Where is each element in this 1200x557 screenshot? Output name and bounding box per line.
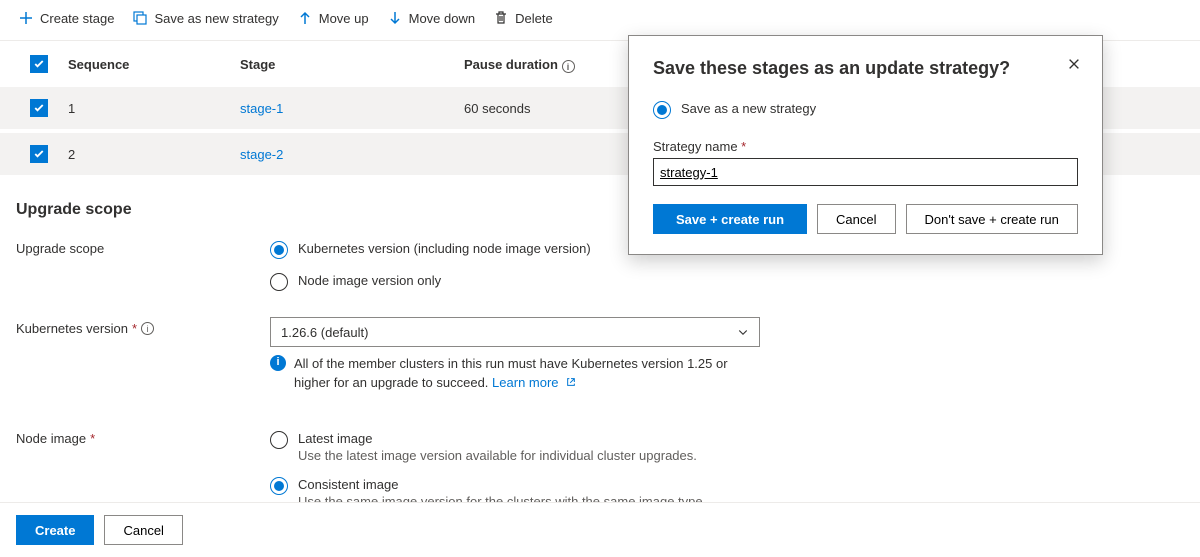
radio-k8s-label: Kubernetes version (including node image… xyxy=(298,241,591,256)
learn-more-link[interactable]: Learn more xyxy=(492,375,576,390)
move-down-button[interactable]: Move down xyxy=(387,10,475,26)
radio-node-label: Node image version only xyxy=(298,273,441,288)
save-create-run-button[interactable]: Save + create run xyxy=(653,204,807,234)
col-sequence: Sequence xyxy=(58,41,230,87)
required-asterisk: * xyxy=(741,139,746,154)
arrow-up-icon xyxy=(297,10,313,26)
strategy-name-label: Strategy name xyxy=(653,139,738,154)
move-up-button[interactable]: Move up xyxy=(297,10,369,26)
move-down-label: Move down xyxy=(409,11,475,26)
dont-save-create-run-button[interactable]: Don't save + create run xyxy=(906,204,1078,234)
k8s-version-select[interactable]: 1.26.6 (default) xyxy=(270,317,760,347)
create-stage-button[interactable]: Create stage xyxy=(18,10,114,26)
save-icon xyxy=(132,10,148,26)
close-button[interactable] xyxy=(1064,54,1084,74)
save-strategy-dialog: Save these stages as an update strategy?… xyxy=(628,35,1103,255)
close-icon xyxy=(1067,57,1081,71)
delete-button[interactable]: Delete xyxy=(493,10,553,26)
chevron-down-icon xyxy=(737,326,749,338)
create-stage-label: Create stage xyxy=(40,11,114,26)
trash-icon xyxy=(493,10,509,26)
node-image-label: Node image xyxy=(16,431,86,446)
k8s-version-label: Kubernetes version xyxy=(16,321,128,336)
k8s-version-value: 1.26.6 (default) xyxy=(281,325,368,340)
radio-latest-label: Latest image xyxy=(298,431,697,446)
radio-node-image-only[interactable]: Node image version only xyxy=(270,269,810,301)
stage-link[interactable]: stage-1 xyxy=(240,101,283,116)
select-all-checkbox[interactable] xyxy=(30,55,48,73)
cancel-button[interactable]: Cancel xyxy=(104,515,182,545)
footer: Create Cancel xyxy=(0,502,1200,557)
info-icon: i xyxy=(562,60,575,73)
info-icon: i xyxy=(270,355,286,371)
row-checkbox[interactable] xyxy=(30,145,48,163)
radio-icon xyxy=(270,273,288,291)
delete-label: Delete xyxy=(515,11,553,26)
strategy-name-input[interactable] xyxy=(653,158,1078,186)
dialog-title: Save these stages as an update strategy? xyxy=(653,58,1078,79)
cell-seq: 1 xyxy=(58,87,230,131)
radio-icon xyxy=(270,477,288,495)
plus-icon xyxy=(18,10,34,26)
radio-icon xyxy=(270,241,288,259)
upgrade-scope-label: Upgrade scope xyxy=(16,237,270,301)
cell-seq: 2 xyxy=(58,131,230,177)
radio-latest-image[interactable]: Latest image Use the latest image versio… xyxy=(270,427,810,473)
required-asterisk: * xyxy=(132,321,137,336)
required-asterisk: * xyxy=(90,431,95,446)
radio-save-new-label: Save as a new strategy xyxy=(681,101,816,116)
radio-icon xyxy=(270,431,288,449)
row-checkbox[interactable] xyxy=(30,99,48,117)
stage-link[interactable]: stage-2 xyxy=(240,147,283,162)
save-as-new-strategy-button[interactable]: Save as new strategy xyxy=(132,10,278,26)
save-as-new-strategy-label: Save as new strategy xyxy=(154,11,278,26)
arrow-down-icon xyxy=(387,10,403,26)
radio-latest-sub: Use the latest image version available f… xyxy=(298,448,697,463)
radio-consistent-label: Consistent image xyxy=(298,477,706,492)
radio-save-new-strategy[interactable]: Save as a new strategy xyxy=(653,97,1078,129)
external-link-icon xyxy=(566,377,576,387)
dialog-cancel-button[interactable]: Cancel xyxy=(817,204,895,234)
create-button[interactable]: Create xyxy=(16,515,94,545)
info-icon: i xyxy=(141,322,154,335)
move-up-label: Move up xyxy=(319,11,369,26)
radio-icon xyxy=(653,101,671,119)
col-stage: Stage xyxy=(230,41,454,87)
